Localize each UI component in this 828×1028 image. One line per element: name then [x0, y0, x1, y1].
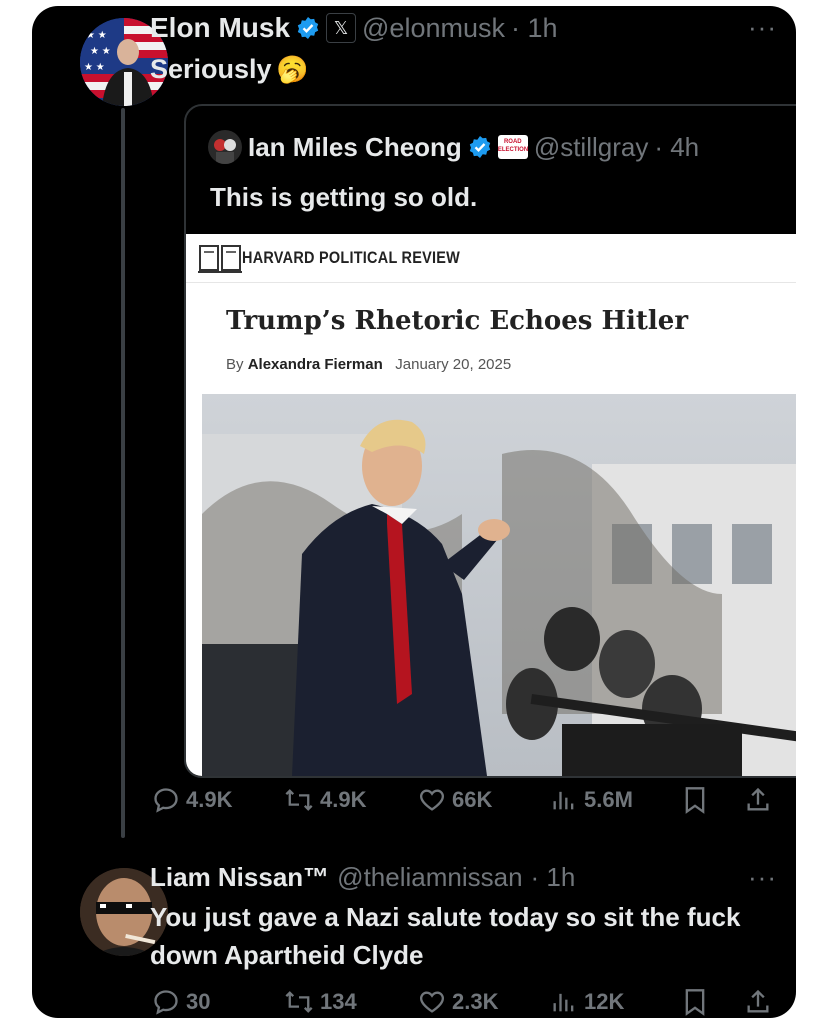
heart-icon	[420, 789, 444, 811]
quoted-tweet-text: This is getting so old.	[210, 182, 478, 212]
author-name[interactable]: Elon Musk	[150, 12, 290, 44]
views-chart-icon	[553, 993, 574, 1012]
publication-name: HARVARD POLITICAL REVIEW	[242, 248, 461, 267]
reply-author-name[interactable]: Liam Nissan™	[150, 862, 329, 893]
quoted-author-handle[interactable]: @stillgray	[534, 132, 649, 163]
article-screenshot[interactable]: HARVARD POLITICAL REVIEW Trump’s Rhetori…	[186, 234, 796, 776]
publication-header: HARVARD POLITICAL REVIEW	[186, 234, 796, 283]
svg-text:★ ★: ★ ★	[86, 30, 107, 41]
article-date: January 20, 2025	[395, 356, 512, 373]
reply-button[interactable]: 4.9K	[152, 786, 232, 814]
tweet-text: Seriously 🥱	[150, 50, 308, 88]
share-button[interactable]	[744, 988, 772, 1016]
quoted-tweet-header: Ian Miles Cheong ROAD ELECTION @stillgra…	[208, 130, 699, 164]
reply-tweet-time[interactable]: · 1h	[531, 862, 576, 893]
verified-badge-icon	[297, 17, 319, 39]
more-options-icon[interactable]: ···	[748, 12, 777, 43]
yawning-face-emoji: 🥱	[276, 54, 309, 84]
views-button[interactable]: 12K	[550, 988, 624, 1016]
tweet-header: Elon Musk 𝕏 @elonmusk · 1h	[150, 12, 558, 44]
svg-text:★ ★: ★ ★	[90, 46, 111, 57]
tweet-text-content: Seriously	[150, 54, 272, 84]
views-button[interactable]: 5.6M	[550, 786, 633, 814]
byline-prefix: By	[226, 356, 244, 373]
like-count: 66K	[452, 787, 493, 812]
thread-line	[121, 108, 125, 838]
like-count: 2.3K	[452, 989, 499, 1014]
tweet-time[interactable]: · 1h	[511, 13, 558, 44]
reply-count: 4.9K	[186, 787, 233, 812]
author-handle[interactable]: @elonmusk	[362, 13, 505, 44]
verified-badge-icon	[469, 136, 491, 158]
share-button[interactable]	[744, 786, 772, 814]
quoted-author-name[interactable]: Ian Miles Cheong	[248, 132, 462, 163]
article-photo	[202, 394, 796, 776]
repost-icon	[285, 789, 313, 811]
more-options-icon[interactable]: ···	[748, 862, 777, 893]
repost-count: 134	[320, 989, 357, 1014]
bookmark-button[interactable]	[682, 786, 708, 814]
like-button[interactable]: 2.3K	[418, 988, 498, 1016]
tweet-thread: ★ ★ ★ ★ ★ ★ Elon Musk 𝕏 @elonmusk · 1h ·…	[32, 6, 796, 1018]
article-author: Alexandra Fierman	[247, 356, 383, 373]
reply-icon	[154, 990, 178, 1015]
repost-icon	[285, 991, 313, 1013]
reply-header: Liam Nissan™ @theliamnissan · 1h	[150, 862, 575, 893]
share-icon	[747, 989, 769, 1013]
quoted-tweet-time[interactable]: · 4h	[654, 132, 699, 163]
views-count: 5.6M	[584, 787, 633, 812]
repost-count: 4.9K	[320, 787, 367, 812]
svg-text:★ ★: ★ ★	[84, 62, 105, 73]
reply-tweet-text: You just gave a Nazi salute today so sit…	[150, 902, 741, 970]
quoted-avatar[interactable]	[208, 130, 242, 164]
repost-button[interactable]: 4.9K	[284, 786, 366, 814]
repost-button[interactable]: 134	[284, 988, 357, 1016]
reply-button[interactable]: 30	[152, 988, 210, 1016]
reply-count: 30	[186, 989, 211, 1014]
like-button[interactable]: 66K	[418, 786, 492, 814]
article-title: Trump’s Rhetoric Echoes Hitler	[226, 306, 689, 336]
reply-icon	[154, 788, 178, 813]
views-chart-icon	[553, 791, 574, 810]
article-byline: By Alexandra Fierman January 20, 2025	[226, 356, 511, 373]
affiliate-badge-icon: ROAD ELECTION	[497, 135, 528, 159]
bookmark-icon	[685, 989, 705, 1016]
book-logo-icon	[198, 245, 242, 273]
quoted-tweet-card[interactable]: Ian Miles Cheong ROAD ELECTION @stillgra…	[184, 104, 796, 778]
bookmark-button[interactable]	[682, 988, 708, 1016]
views-count: 12K	[584, 989, 625, 1014]
reply-author-handle[interactable]: @theliamnissan	[337, 862, 522, 893]
share-icon	[747, 787, 769, 811]
x-affiliate-icon: 𝕏	[326, 13, 357, 43]
heart-icon	[420, 991, 444, 1013]
bookmark-icon	[685, 787, 705, 814]
